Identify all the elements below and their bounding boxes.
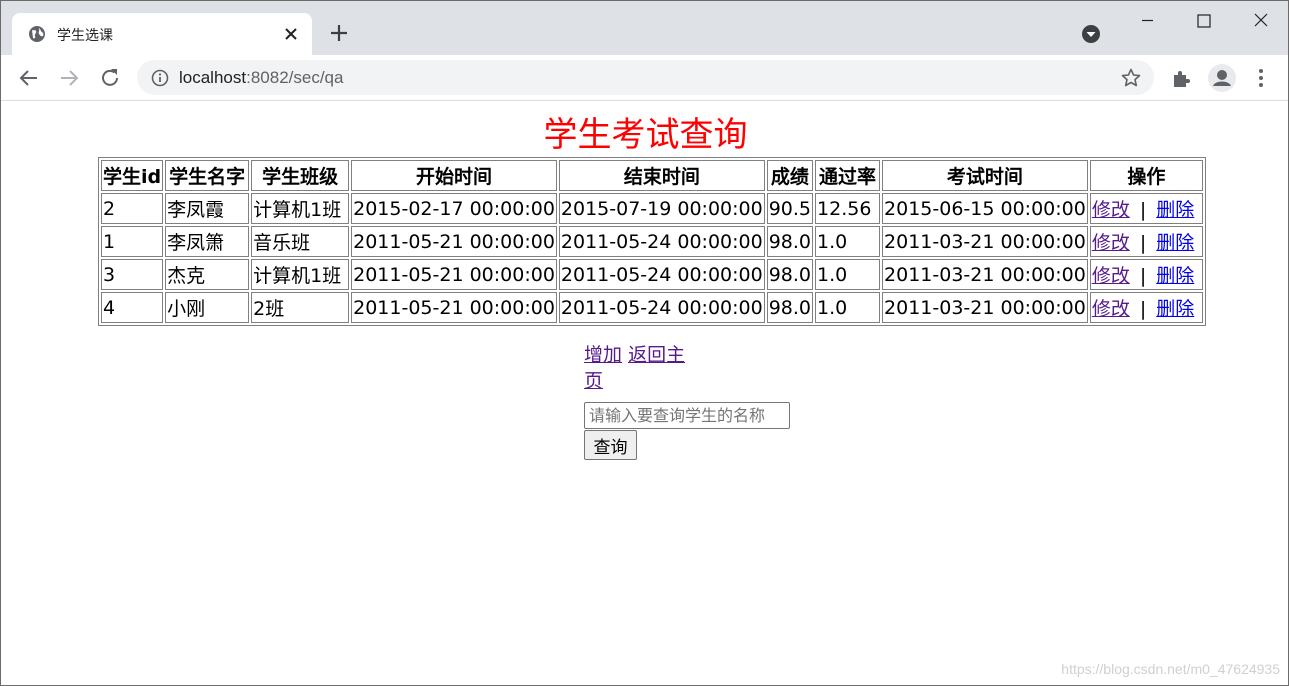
reload-icon[interactable] — [97, 65, 123, 91]
cell-pass-rate: 12.56 — [815, 193, 881, 224]
header-start-time: 开始时间 — [351, 160, 557, 191]
cell-student-class: 2班 — [251, 292, 350, 323]
delete-link[interactable]: 删除 — [1156, 232, 1194, 254]
cell-exam-time: 2011-03-21 00:00:00 — [882, 292, 1088, 323]
cell-start-time: 2011-05-21 00:00:00 — [351, 292, 557, 323]
back-icon[interactable] — [16, 65, 42, 91]
url-path: :8082/sec/qa — [246, 68, 344, 87]
kebab-menu-icon[interactable] — [1251, 66, 1271, 90]
page-content: 学生考试查询 学生id 学生名字 学生班级 开始时间 结束时间 成绩 通过率 考… — [1, 101, 1288, 685]
cell-exam-time: 2011-03-21 00:00:00 — [882, 226, 1088, 257]
cell-student-id: 3 — [101, 259, 164, 290]
cell-actions: 修改 | 删除 — [1089, 259, 1203, 290]
action-separator: | — [1139, 232, 1147, 254]
cell-end-time: 2011-05-24 00:00:00 — [558, 292, 765, 323]
table-row: 1 李凤箫 音乐班 2011-05-21 00:00:00 2011-05-24… — [101, 226, 1203, 257]
header-exam-time: 考试时间 — [882, 160, 1088, 191]
close-tab-icon[interactable] — [282, 25, 300, 43]
cell-start-time: 2011-05-21 00:00:00 — [351, 226, 557, 257]
tab-strip: 学生选课 — [1, 1, 1288, 55]
cell-student-class: 计算机1班 — [251, 259, 350, 290]
table-header-row: 学生id 学生名字 学生班级 开始时间 结束时间 成绩 通过率 考试时间 操作 — [101, 160, 1203, 191]
cell-exam-time: 2015-06-15 00:00:00 — [882, 193, 1088, 224]
minimize-icon[interactable] — [1120, 1, 1174, 39]
delete-link[interactable]: 删除 — [1156, 298, 1194, 320]
browser-toolbar: localhost:8082/sec/qa — [1, 55, 1288, 101]
edit-link[interactable]: 修改 — [1092, 232, 1130, 254]
header-end-time: 结束时间 — [558, 160, 765, 191]
cell-end-time: 2015-07-19 00:00:00 — [558, 193, 765, 224]
cell-score: 90.5 — [766, 193, 814, 224]
cell-score: 98.0 — [766, 226, 814, 257]
new-tab-icon[interactable] — [327, 21, 351, 45]
profile-avatar-icon[interactable] — [1207, 63, 1237, 93]
add-link[interactable]: 增加 — [584, 344, 622, 366]
site-info-icon[interactable] — [151, 69, 169, 87]
action-separator: | — [1139, 298, 1147, 320]
bookmark-star-icon[interactable] — [1120, 67, 1142, 89]
header-student-id: 学生id — [101, 160, 164, 191]
cell-student-class: 音乐班 — [251, 226, 350, 257]
edit-link[interactable]: 修改 — [1092, 298, 1130, 320]
search-input[interactable] — [584, 402, 790, 429]
cell-actions: 修改 | 删除 — [1089, 292, 1203, 323]
edit-link[interactable]: 修改 — [1092, 265, 1130, 287]
cell-start-time: 2011-05-21 00:00:00 — [351, 259, 557, 290]
forward-icon[interactable] — [56, 65, 82, 91]
tab-title: 学生选课 — [57, 28, 113, 44]
browser-tab[interactable]: 学生选课 — [12, 13, 312, 55]
cell-pass-rate: 1.0 — [815, 259, 881, 290]
cell-student-id: 2 — [101, 193, 164, 224]
address-bar[interactable]: localhost:8082/sec/qa — [137, 60, 1154, 95]
edit-link[interactable]: 修改 — [1092, 199, 1130, 221]
cell-student-id: 4 — [101, 292, 164, 323]
delete-link[interactable]: 删除 — [1156, 265, 1194, 287]
cell-pass-rate: 1.0 — [815, 292, 881, 323]
header-student-class: 学生班级 — [251, 160, 350, 191]
cell-student-name: 小刚 — [165, 292, 250, 323]
action-separator: | — [1139, 199, 1147, 221]
cell-score: 98.0 — [766, 292, 814, 323]
cell-end-time: 2011-05-24 00:00:00 — [558, 226, 765, 257]
tab-search-icon[interactable] — [1081, 24, 1101, 44]
delete-link[interactable]: 删除 — [1156, 199, 1194, 221]
cell-student-name: 李凤霞 — [165, 193, 250, 224]
table-row: 3 杰克 计算机1班 2011-05-21 00:00:00 2011-05-2… — [101, 259, 1203, 290]
cell-student-name: 杰克 — [165, 259, 250, 290]
search-button[interactable]: 查询 — [584, 430, 637, 460]
window-close-icon[interactable] — [1234, 1, 1288, 39]
cell-end-time: 2011-05-24 00:00:00 — [558, 259, 765, 290]
cell-pass-rate: 1.0 — [815, 226, 881, 257]
watermark: https://blog.csdn.net/m0_47624935 — [1061, 661, 1280, 677]
page-title: 学生考试查询 — [543, 115, 748, 155]
extensions-puzzle-icon[interactable] — [1170, 66, 1194, 90]
cell-student-id: 1 — [101, 226, 164, 257]
maximize-icon[interactable] — [1177, 1, 1231, 39]
action-links: 增加 返回主页 — [584, 342, 694, 394]
action-separator: | — [1139, 265, 1147, 287]
table-row: 2 李凤霞 计算机1班 2015-02-17 00:00:00 2015-07-… — [101, 193, 1203, 224]
url-host: localhost — [179, 68, 247, 87]
cell-exam-time: 2011-03-21 00:00:00 — [882, 259, 1088, 290]
cell-student-class: 计算机1班 — [251, 193, 350, 224]
cell-actions: 修改 | 删除 — [1089, 193, 1203, 224]
globe-icon — [29, 26, 45, 42]
cell-score: 98.0 — [766, 259, 814, 290]
cell-student-name: 李凤箫 — [165, 226, 250, 257]
header-score: 成绩 — [766, 160, 814, 191]
header-actions: 操作 — [1089, 160, 1203, 191]
header-student-name: 学生名字 — [165, 160, 250, 191]
table-row: 4 小刚 2班 2011-05-21 00:00:00 2011-05-24 0… — [101, 292, 1203, 323]
header-pass-rate: 通过率 — [815, 160, 881, 191]
cell-actions: 修改 | 删除 — [1089, 226, 1203, 257]
cell-start-time: 2015-02-17 00:00:00 — [351, 193, 557, 224]
exam-table: 学生id 学生名字 学生班级 开始时间 结束时间 成绩 通过率 考试时间 操作 … — [98, 157, 1206, 326]
url-text: localhost:8082/sec/qa — [179, 68, 343, 88]
